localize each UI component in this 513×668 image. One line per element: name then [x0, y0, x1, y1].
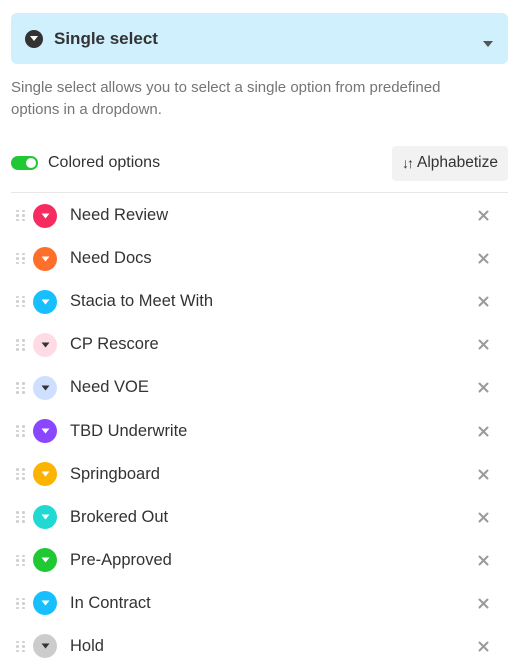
choice-row: Brokered Out: [11, 496, 508, 539]
alphabetize-label: Alphabetize: [416, 154, 498, 171]
choice-row: Need Docs: [11, 237, 508, 280]
close-icon[interactable]: [476, 596, 490, 610]
choice-name-input[interactable]: TBD Underwrite: [70, 422, 508, 441]
field-type-selector[interactable]: Single select: [11, 13, 508, 64]
choice-color-swatch[interactable]: [33, 591, 57, 616]
choice-color-swatch[interactable]: [33, 375, 57, 400]
choice-name-input[interactable]: Need Docs: [70, 249, 508, 268]
choice-row: In Contract: [11, 582, 508, 625]
choice-color-swatch[interactable]: [33, 246, 57, 271]
sort-icon: ↓↑: [401, 155, 414, 171]
choice-name-input[interactable]: Hold: [70, 637, 508, 656]
close-icon[interactable]: [476, 510, 490, 524]
choice-name-input[interactable]: CP Rescore: [70, 335, 508, 354]
field-type-label: Single select: [54, 28, 158, 48]
choice-list: Need Review Need Docs Stacia to Meet With C…: [11, 194, 508, 668]
choice-color-swatch[interactable]: [33, 419, 57, 444]
toggle-switch[interactable]: [11, 156, 38, 170]
close-icon[interactable]: [476, 639, 490, 653]
close-icon[interactable]: [476, 338, 490, 352]
drag-handle-icon[interactable]: [16, 596, 26, 610]
choice-row: Springboard: [11, 453, 508, 496]
drag-handle-icon[interactable]: [16, 295, 26, 309]
colored-options-label: Colored options: [48, 154, 161, 171]
choice-row: Stacia to Meet With: [11, 280, 508, 323]
choice-row: Pre-Approved: [11, 539, 508, 582]
close-icon[interactable]: [476, 381, 490, 395]
close-icon[interactable]: [476, 209, 490, 223]
drag-handle-icon[interactable]: [16, 553, 26, 567]
choice-row: Need VOE: [11, 366, 508, 409]
drag-handle-icon[interactable]: [16, 338, 26, 352]
drag-handle-icon[interactable]: [16, 381, 26, 395]
colored-options-toggle[interactable]: Colored options: [11, 154, 160, 172]
chevron-circle-icon: [25, 29, 43, 48]
choice-name-input[interactable]: Stacia to Meet With: [70, 292, 508, 311]
close-icon[interactable]: [476, 252, 490, 266]
choice-color-swatch[interactable]: [33, 289, 57, 314]
choice-color-swatch[interactable]: [33, 505, 57, 530]
choice-row: TBD Underwrite: [11, 409, 508, 452]
drag-handle-icon[interactable]: [16, 639, 26, 653]
choice-name-input[interactable]: Need Review: [70, 206, 508, 225]
close-icon[interactable]: [476, 467, 490, 481]
divider: [11, 192, 508, 193]
chevron-down-icon: [482, 35, 494, 47]
close-icon[interactable]: [476, 553, 490, 567]
options-bar: Colored options ↓↑ Alphabetize: [11, 145, 508, 181]
drag-handle-icon[interactable]: [16, 252, 26, 266]
choice-row: Need Review: [11, 194, 508, 237]
drag-handle-icon[interactable]: [16, 467, 26, 481]
choice-color-swatch[interactable]: [33, 634, 57, 659]
choice-row: CP Rescore: [11, 323, 508, 366]
close-icon[interactable]: [476, 295, 490, 309]
drag-handle-icon[interactable]: [16, 209, 26, 223]
alphabetize-button[interactable]: ↓↑ Alphabetize: [391, 145, 508, 181]
close-icon[interactable]: [476, 424, 490, 438]
choice-name-input[interactable]: Pre-Approved: [70, 551, 508, 570]
drag-handle-icon[interactable]: [16, 510, 26, 524]
choice-name-input[interactable]: Need VOE: [70, 378, 508, 397]
choice-name-input[interactable]: Brokered Out: [70, 508, 508, 527]
choice-name-input[interactable]: In Contract: [70, 594, 508, 613]
choice-color-swatch[interactable]: [33, 462, 57, 487]
choice-color-swatch[interactable]: [33, 332, 57, 357]
choice-color-swatch[interactable]: [33, 203, 57, 228]
choice-color-swatch[interactable]: [33, 548, 57, 573]
field-type-description: Single select allows you to select a sin…: [11, 79, 441, 118]
drag-handle-icon[interactable]: [16, 424, 26, 438]
choice-row: Hold: [11, 625, 508, 668]
toggle-knob: [26, 158, 36, 168]
choice-name-input[interactable]: Springboard: [70, 465, 508, 484]
